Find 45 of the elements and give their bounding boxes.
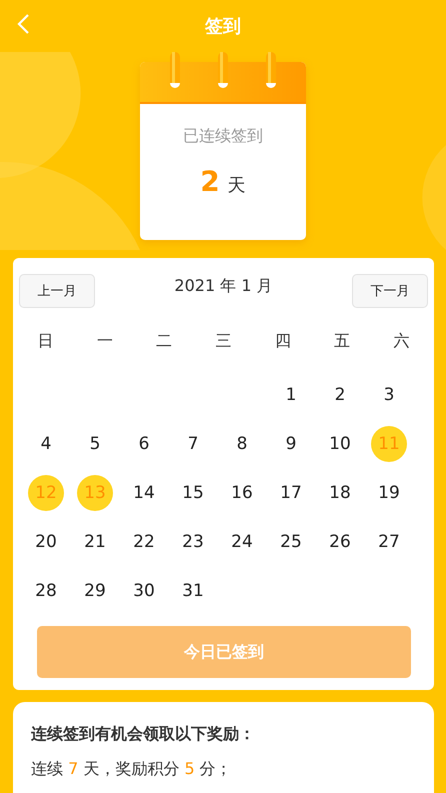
streak-label: 已连续签到 [183, 126, 263, 147]
streak-unit: 天 [228, 174, 246, 197]
weekday-label: 日 [38, 330, 54, 352]
calendar-day[interactable]: 1 [273, 377, 309, 413]
calendar-day[interactable]: 27 [371, 524, 407, 560]
streak-count: 2 [200, 165, 220, 198]
calendar-day[interactable]: 2 [322, 377, 358, 413]
weekday-label: 六 [393, 330, 410, 352]
weekday-label: 一 [96, 330, 113, 352]
calendar-day[interactable]: 15 [175, 475, 211, 511]
calendar-day[interactable]: 25 [273, 524, 309, 560]
calendar-day[interactable]: 3 [371, 377, 407, 413]
calendar-day[interactable]: 22 [126, 524, 162, 560]
calendar-day[interactable]: 16 [224, 475, 260, 511]
weekday-label: 二 [156, 330, 172, 352]
calendar-day[interactable]: 9 [273, 426, 309, 462]
calendar-day[interactable]: 30 [126, 573, 162, 609]
calendar-day[interactable]: 6 [126, 426, 162, 462]
calendar-day[interactable]: 8 [224, 426, 260, 462]
calendar-day[interactable]: 29 [77, 573, 113, 609]
calendar-day[interactable]: 14 [126, 475, 162, 511]
calendar-day[interactable]: 23 [175, 524, 211, 560]
calendar-day[interactable]: 28 [28, 573, 64, 609]
calendar-day[interactable]: 7 [175, 426, 211, 462]
calendar-day[interactable]: 4 [28, 426, 64, 462]
calendar-day[interactable]: 10 [322, 426, 358, 462]
weekday-label: 五 [334, 330, 350, 352]
calendar-day[interactable]: 26 [322, 524, 358, 560]
calendar-day[interactable]: 20 [28, 524, 64, 560]
calendar-day[interactable]: 17 [273, 475, 309, 511]
back-icon[interactable] [16, 13, 30, 35]
prev-month-button[interactable]: 上一月 [19, 274, 95, 308]
month-title: 2021 年 1 月 [174, 276, 273, 297]
calendar-day[interactable]: 5 [77, 426, 113, 462]
weekday-label: 三 [216, 330, 232, 352]
calendar-day[interactable]: 24 [224, 524, 260, 560]
rewards-title: 连续签到有机会领取以下奖励： [31, 724, 256, 745]
calendar-day[interactable]: 19 [371, 475, 407, 511]
calendar-day[interactable]: 18 [322, 475, 358, 511]
reward-rule: 连续 7 天，奖励积分 5 分； [31, 759, 233, 780]
next-month-button[interactable]: 下一月 [352, 274, 428, 308]
calendar-day[interactable]: 31 [175, 573, 211, 609]
page-title: 签到 [205, 15, 241, 38]
calendar-day[interactable]: 21 [77, 524, 113, 560]
weekday-label: 四 [274, 330, 291, 352]
